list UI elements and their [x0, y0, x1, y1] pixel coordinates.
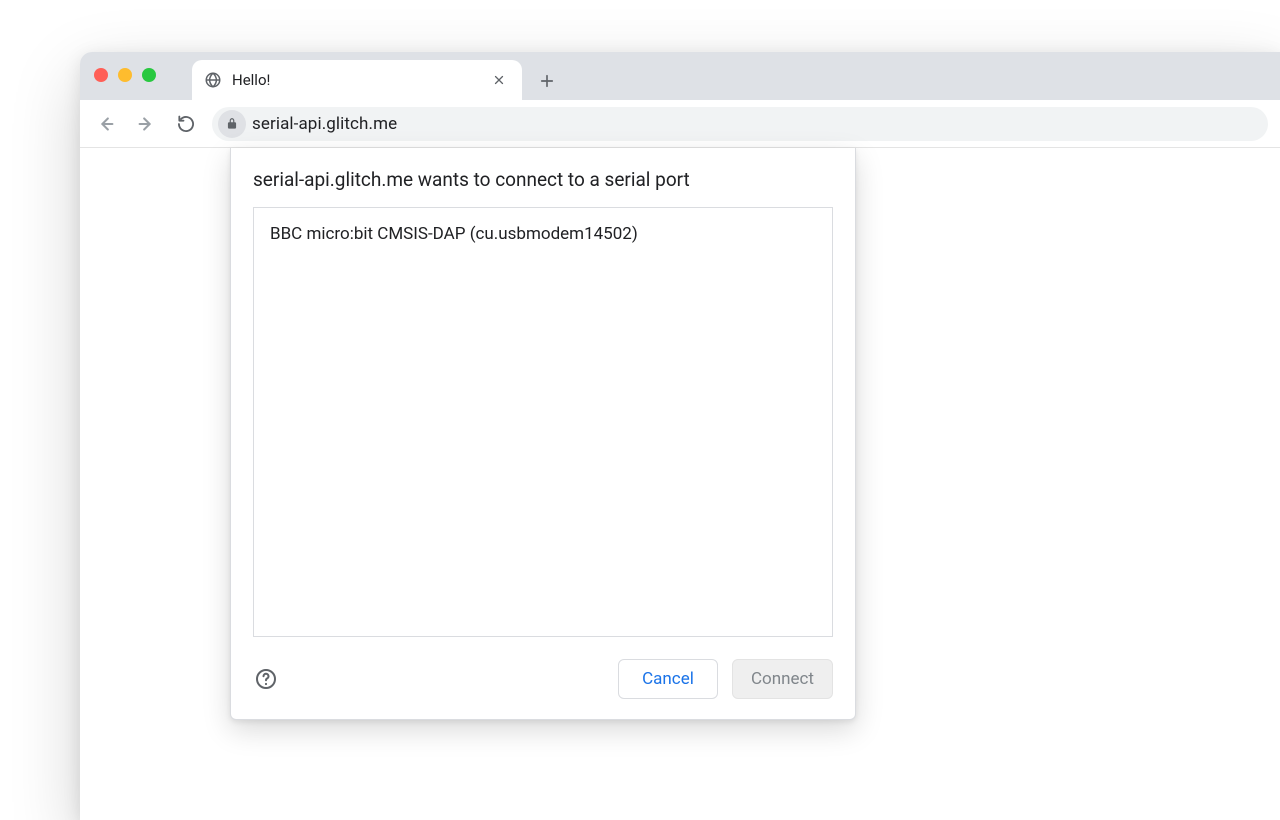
connect-button[interactable]: Connect — [732, 659, 833, 699]
tab-strip: Hello! — [80, 52, 1280, 100]
cancel-button[interactable]: Cancel — [618, 659, 718, 699]
browser-window: Hello! — [80, 52, 1280, 820]
globe-icon — [204, 71, 222, 89]
device-list-item[interactable]: BBC micro:bit CMSIS-DAP (cu.usbmodem1450… — [268, 218, 818, 250]
serial-port-permission-dialog: serial-api.glitch.me wants to connect to… — [230, 148, 856, 720]
dialog-footer: Cancel Connect — [253, 659, 833, 699]
device-list[interactable]: BBC micro:bit CMSIS-DAP (cu.usbmodem1450… — [253, 207, 833, 637]
help-icon[interactable] — [253, 666, 279, 692]
browser-tab[interactable]: Hello! — [192, 60, 522, 100]
tab-close-button[interactable] — [488, 69, 510, 91]
address-bar[interactable]: serial-api.glitch.me — [212, 107, 1268, 141]
forward-button[interactable] — [132, 110, 160, 138]
address-bar-url: serial-api.glitch.me — [252, 114, 397, 134]
window-close-button[interactable] — [94, 68, 108, 82]
new-tab-button[interactable] — [536, 70, 558, 92]
window-controls — [94, 68, 156, 82]
reload-button[interactable] — [172, 110, 200, 138]
dialog-title: serial-api.glitch.me wants to connect to… — [253, 168, 833, 191]
toolbar: serial-api.glitch.me — [80, 100, 1280, 148]
lock-icon[interactable] — [218, 110, 246, 138]
tab-title: Hello! — [232, 71, 478, 89]
window-zoom-button[interactable] — [142, 68, 156, 82]
page-viewport: serial-api.glitch.me wants to connect to… — [80, 148, 1280, 820]
back-button[interactable] — [92, 110, 120, 138]
screenshot-stage: Hello! — [0, 0, 1280, 820]
window-minimize-button[interactable] — [118, 68, 132, 82]
